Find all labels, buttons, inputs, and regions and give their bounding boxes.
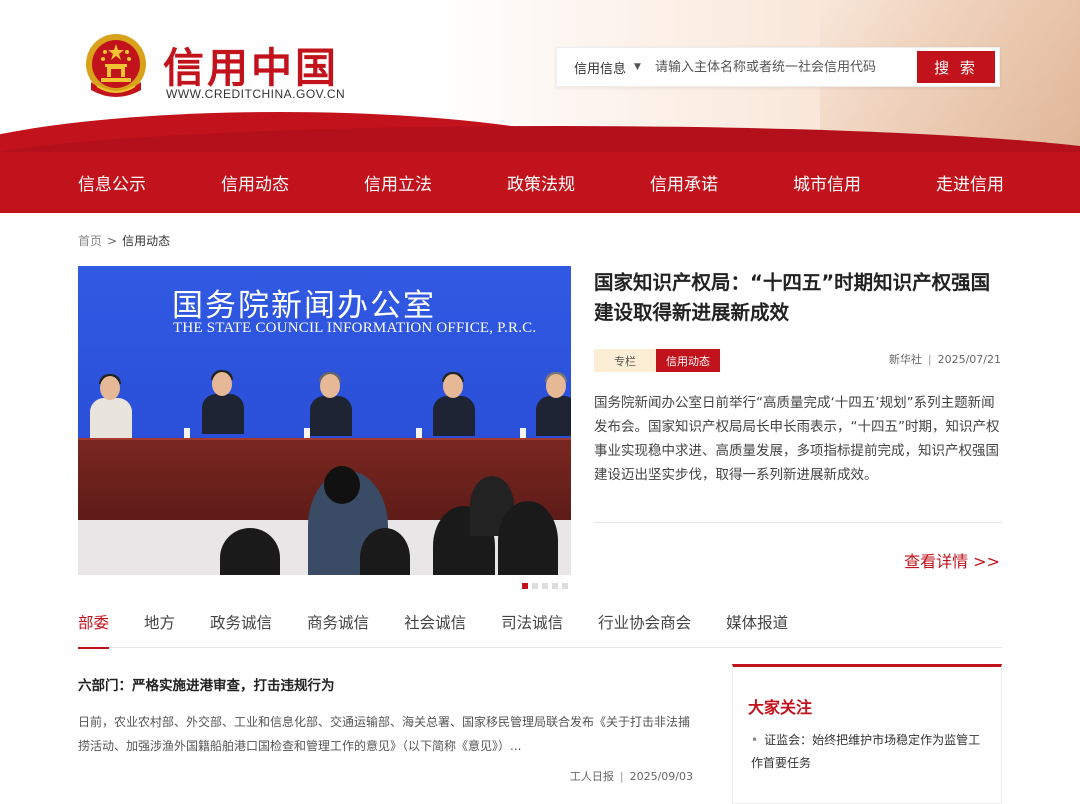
sidebar-title: 大家关注 — [748, 698, 813, 717]
nav-item-credit-legislation[interactable]: 信用立法 — [364, 170, 507, 195]
search-input[interactable] — [645, 52, 917, 82]
column-tag: 专栏 — [594, 349, 656, 372]
tab-social-integrity[interactable]: 社会诚信 — [404, 608, 466, 648]
bullet-icon: • — [751, 733, 759, 747]
carousel-dot[interactable] — [542, 583, 548, 589]
breadcrumb: 首页 > 信用动态 — [78, 232, 170, 249]
site-header: 信用中国 WWW.CREDITCHINA.GOV.CN 信用信息 ▼ 搜 索 — [0, 0, 1080, 152]
cup — [304, 428, 310, 438]
category-tag: 信用动态 — [656, 349, 720, 372]
category-tabs: 部委 地方 政务诚信 商务诚信 社会诚信 司法诚信 行业协会商会 媒体报道 — [78, 608, 1002, 649]
meta-separator: | — [927, 353, 932, 366]
feature-meta: 新华社 | 2025/07/21 — [889, 351, 1001, 367]
cup — [520, 428, 526, 438]
tab-business-integrity[interactable]: 商务诚信 — [307, 608, 369, 648]
sidebar-item-text: 证监会：始终把维护市场稳定作为监管工作首要任务 — [751, 733, 981, 770]
breadcrumb-separator: > — [107, 234, 118, 248]
search-category-label: 信用信息 — [574, 61, 627, 77]
nav-item-city-credit[interactable]: 城市信用 — [793, 170, 936, 195]
cup — [184, 428, 190, 438]
feature-date: 2025/07/21 — [937, 353, 1001, 366]
sidebar-attention: 大家关注 • 证监会：始终把维护市场稳定作为监管工作首要任务 — [732, 664, 1002, 804]
search-button[interactable]: 搜 索 — [917, 51, 995, 83]
feature-source: 新华社 — [888, 353, 922, 366]
site-title[interactable]: 信用中国 — [163, 34, 339, 94]
nav-item-policies[interactable]: 政策法规 — [507, 170, 650, 195]
sidebar-list-item[interactable]: • 证监会：始终把维护市场稳定作为监管工作首要任务 — [751, 729, 991, 775]
view-details-link[interactable]: 查看详情 >> — [904, 548, 1000, 572]
news-source: 工人日报 — [569, 770, 614, 783]
banner-title-cn: 国务院新闻办公室 — [172, 288, 436, 324]
tab-industry-associations[interactable]: 行业协会商会 — [598, 608, 691, 648]
tab-judicial-integrity[interactable]: 司法诚信 — [501, 608, 563, 648]
carousel-dot[interactable] — [562, 583, 568, 589]
meta-separator: | — [619, 770, 624, 783]
news-item-title[interactable]: 六部门：严格实施进港审查，打击违规行为 — [78, 674, 335, 694]
feature-article-title[interactable]: 国家知识产权局：“十四五”时期知识产权强国建设取得新进展新成效 — [594, 268, 1004, 328]
tab-media-reports[interactable]: 媒体报道 — [726, 608, 788, 648]
tab-government-integrity[interactable]: 政务诚信 — [210, 608, 272, 648]
caret-down-icon: ▼ — [634, 62, 641, 72]
search-category-select[interactable]: 信用信息 ▼ — [557, 58, 645, 77]
news-date: 2025/09/03 — [629, 770, 693, 783]
nav-item-info-disclosure[interactable]: 信息公示 — [78, 170, 221, 195]
carousel-dot[interactable] — [532, 583, 538, 589]
feature-image[interactable]: 国务院新闻办公室 THE STATE COUNCIL INFORMATION O… — [78, 266, 571, 575]
tab-local[interactable]: 地方 — [144, 608, 175, 648]
site-url: WWW.CREDITCHINA.GOV.CN — [166, 87, 346, 101]
search-bar: 信用信息 ▼ 搜 索 — [556, 47, 1000, 87]
news-item-meta: 工人日报 | 2025/09/03 — [570, 768, 693, 784]
news-item-desc: 日前，农业农村部、外交部、工业和信息化部、交通运输部、海关总署、国家移民管理局联… — [78, 715, 691, 753]
audience-figure — [498, 501, 558, 575]
carousel-dot[interactable] — [522, 583, 528, 589]
carousel-dot[interactable] — [552, 583, 558, 589]
divider — [594, 522, 1002, 523]
nav-item-about-credit[interactable]: 走进信用 — [936, 170, 1079, 195]
nav-item-credit-news[interactable]: 信用动态 — [221, 170, 364, 195]
cup — [416, 428, 422, 438]
feature-summary: 国务院新闻办公室日前举行“高质量完成‘十四五’规划”系列主题新闻发布会。国家知识… — [594, 395, 1000, 483]
main-nav: 信息公示 信用动态 信用立法 政策法规 信用承诺 城市信用 走进信用 — [0, 152, 1080, 213]
audience-figure — [324, 466, 360, 504]
national-emblem-icon[interactable] — [83, 32, 149, 100]
nav-item-credit-commitment[interactable]: 信用承诺 — [650, 170, 793, 195]
carousel-dots — [522, 583, 568, 589]
tab-ministries[interactable]: 部委 — [78, 608, 110, 649]
banner-title-en: THE STATE COUNCIL INFORMATION OFFICE, P.… — [173, 320, 537, 336]
breadcrumb-current[interactable]: 信用动态 — [122, 234, 170, 248]
breadcrumb-home[interactable]: 首页 — [78, 234, 102, 248]
